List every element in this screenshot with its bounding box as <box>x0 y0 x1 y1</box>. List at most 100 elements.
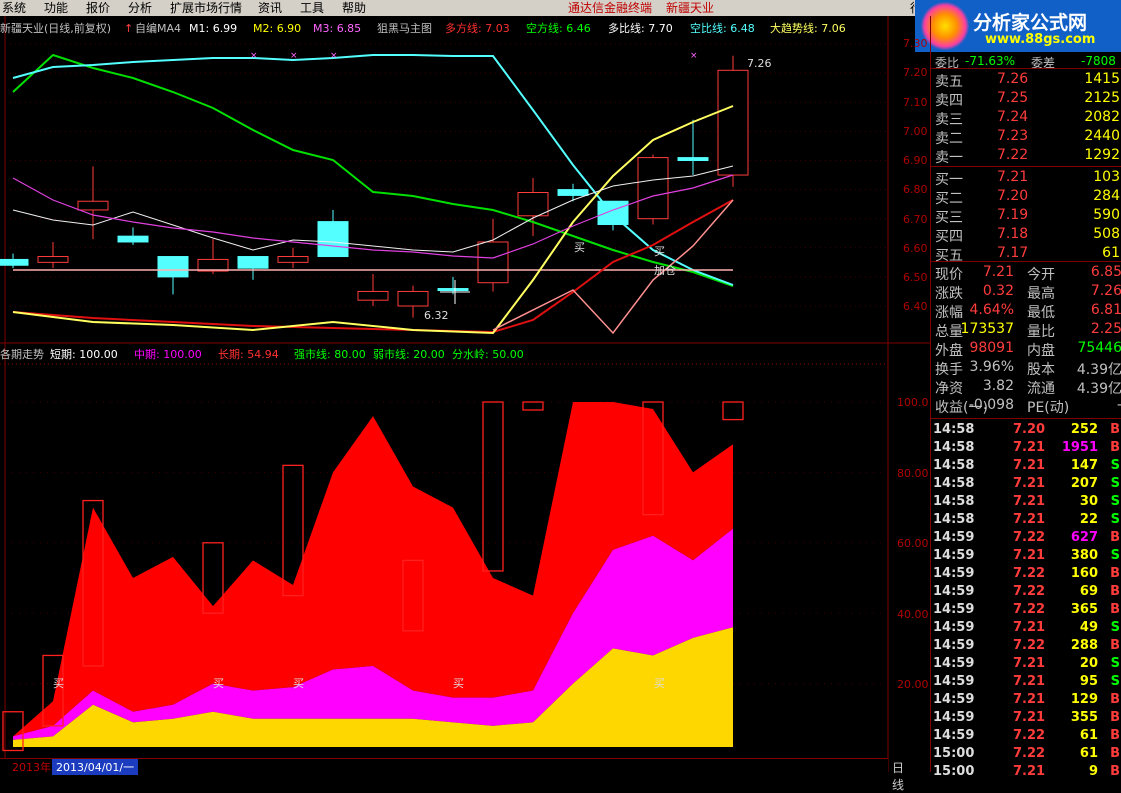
tick-time: 14:58 <box>933 422 975 437</box>
y-tick-label: 6.90 <box>903 154 928 167</box>
tick-time: 14:59 <box>933 638 975 653</box>
tick-row[interactable]: 15:00 7.21 9 B <box>931 763 1121 781</box>
tick-time: 14:59 <box>933 530 975 545</box>
level-volume: 103 <box>1093 169 1120 185</box>
tick-row[interactable]: 14:59 7.21 95 S <box>931 673 1121 691</box>
divide-line-label: 分水岭: 50.00 <box>452 348 524 361</box>
tick-row[interactable]: 14:59 7.21 129 B <box>931 691 1121 709</box>
level-label: 买三 <box>935 210 963 226</box>
level-volume: 590 <box>1093 207 1120 223</box>
stat-row[interactable]: 涨跌 0.32 最高 7.26 <box>931 282 1121 302</box>
tick-time: 14:58 <box>933 512 975 527</box>
tick-price: 7.22 <box>1013 566 1046 581</box>
tick-price: 7.22 <box>1013 746 1046 761</box>
level-label: 买四 <box>935 229 963 245</box>
period-label[interactable]: 日线 <box>892 759 904 793</box>
stat-value: 4.39亿 <box>1076 362 1121 378</box>
stat-label: 换手 <box>935 362 963 378</box>
tick-direction: B <box>1110 602 1120 617</box>
tick-row[interactable]: 14:58 7.21 30 S <box>931 493 1121 511</box>
sub-y-tick-label: 40.00 <box>897 608 929 621</box>
formula-name-label[interactable]: 自编MA4 <box>135 22 181 35</box>
tick-row[interactable]: 14:58 7.21 207 S <box>931 475 1121 493</box>
buy-level-row[interactable]: 买四 7.18 508 <box>931 225 1121 245</box>
kongbi-line-label: 空比线: 6.48 <box>690 22 755 35</box>
mid-long-band <box>333 666 373 719</box>
stat-row[interactable]: 收益(一)-0.098PE(动)- <box>931 396 1121 416</box>
sell-level-row[interactable]: 卖一 7.22 1292 <box>931 146 1121 166</box>
buy-level-row[interactable]: 买五 7.17 61 <box>931 244 1121 264</box>
tick-row[interactable]: 14:59 7.22 61 B <box>931 727 1121 745</box>
tick-price: 7.22 <box>1013 638 1046 653</box>
tick-row[interactable]: 14:59 7.22 288 B <box>931 637 1121 655</box>
level-price: 7.25 <box>997 90 1029 106</box>
tick-row[interactable]: 14:59 7.22 160 B <box>931 565 1121 583</box>
stat-row[interactable]: 总量 173537 量比 2.25 <box>931 320 1121 340</box>
tick-row[interactable]: 14:59 7.22 627 B <box>931 529 1121 547</box>
candle-body <box>717 69 749 176</box>
long-band <box>613 648 653 747</box>
y-tick-label: 6.50 <box>903 271 928 284</box>
stat-label: 最低 <box>1027 305 1055 321</box>
stat-row[interactable]: 外盘 98091 内盘 75446 <box>931 339 1121 359</box>
indicator-name-label[interactable]: 狙黑马主图 <box>377 22 432 35</box>
y-tick-label: 7.20 <box>903 66 928 79</box>
short-mid-band <box>253 560 293 691</box>
tick-row[interactable]: 14:59 7.21 380 S <box>931 547 1121 565</box>
chart-area[interactable]: × × × × <box>0 0 930 772</box>
tick-direction: B <box>1110 746 1120 761</box>
stat-label: 内盘 <box>1027 343 1055 359</box>
buy-level-row[interactable]: 买二 7.20 284 <box>931 187 1121 207</box>
tick-volume: 49 <box>1079 620 1098 635</box>
tick-row[interactable]: 14:58 7.21 22 S <box>931 511 1121 529</box>
tick-row[interactable]: 14:58 7.20 252 B <box>931 421 1121 439</box>
date-bar: 2013年 2013/04/01/一 日线 <box>0 758 904 792</box>
tick-price: 7.21 <box>1013 710 1046 725</box>
tick-volume: 160 <box>1070 566 1098 581</box>
tick-direction: B <box>1110 584 1120 599</box>
sub-y-tick-label: 100.0 <box>897 396 929 409</box>
stat-row[interactable]: 净资 3.82 流通 4.39亿 <box>931 377 1121 397</box>
buy-level-row[interactable]: 买一 7.21 103 <box>931 168 1121 188</box>
candle-body <box>477 241 509 284</box>
signal-box <box>482 401 504 572</box>
level-price: 7.23 <box>997 128 1029 144</box>
tick-time: 14:59 <box>933 728 975 743</box>
tick-row[interactable]: 14:59 7.22 365 B <box>931 601 1121 619</box>
weibi-value: -71.63% <box>965 54 1016 68</box>
main-price-pane: × × × × <box>0 43 888 335</box>
tick-volume: 380 <box>1070 548 1098 563</box>
tick-row[interactable]: 14:58 7.21 147 S <box>931 457 1121 475</box>
tick-price: 7.22 <box>1013 728 1046 743</box>
tick-row[interactable]: 14:59 7.21 49 S <box>931 619 1121 637</box>
stat-label: 现价 <box>935 267 963 283</box>
sub-indicator-name[interactable]: 各期走势 <box>0 348 44 361</box>
level-volume: 61 <box>1102 245 1120 261</box>
tick-volume: 20 <box>1079 656 1098 671</box>
cursor-date-label: 2013/04/01/一 <box>52 759 139 775</box>
tick-price: 7.22 <box>1013 602 1046 617</box>
level-label: 卖三 <box>935 112 963 128</box>
short-mid-band <box>173 556 213 705</box>
sell-level-row[interactable]: 卖二 7.23 2440 <box>931 127 1121 147</box>
tick-row[interactable]: 14:58 7.21 1951 B <box>931 439 1121 457</box>
tick-row[interactable]: 14:59 7.21 20 S <box>931 655 1121 673</box>
sub-buy-label: 买 <box>293 677 304 690</box>
tick-row[interactable]: 14:59 7.21 355 B <box>931 709 1121 727</box>
sell-level-row[interactable]: 卖四 7.25 2125 <box>931 89 1121 109</box>
mid-long-band <box>453 697 493 726</box>
tick-direction: B <box>1110 710 1120 725</box>
tick-row[interactable]: 15:00 7.22 61 B <box>931 745 1121 763</box>
tick-direction: S <box>1110 458 1120 473</box>
buy-level-row[interactable]: 买三 7.19 590 <box>931 206 1121 226</box>
stat-row[interactable]: 换手 3.96% 股本 4.39亿 <box>931 358 1121 378</box>
tick-direction: B <box>1110 530 1120 545</box>
short-mid-band <box>53 507 93 726</box>
stat-row[interactable]: 涨幅 4.64% 最低 6.81 <box>931 301 1121 321</box>
sell-level-row[interactable]: 卖五 7.26 1415 <box>931 70 1121 90</box>
sell-level-row[interactable]: 卖三 7.24 2082 <box>931 108 1121 128</box>
tick-row[interactable]: 14:59 7.22 69 B <box>931 583 1121 601</box>
stat-row[interactable]: 现价 7.21 今开 6.85 <box>931 263 1121 283</box>
tick-price: 7.21 <box>1013 548 1046 563</box>
tick-direction: B <box>1110 422 1120 437</box>
